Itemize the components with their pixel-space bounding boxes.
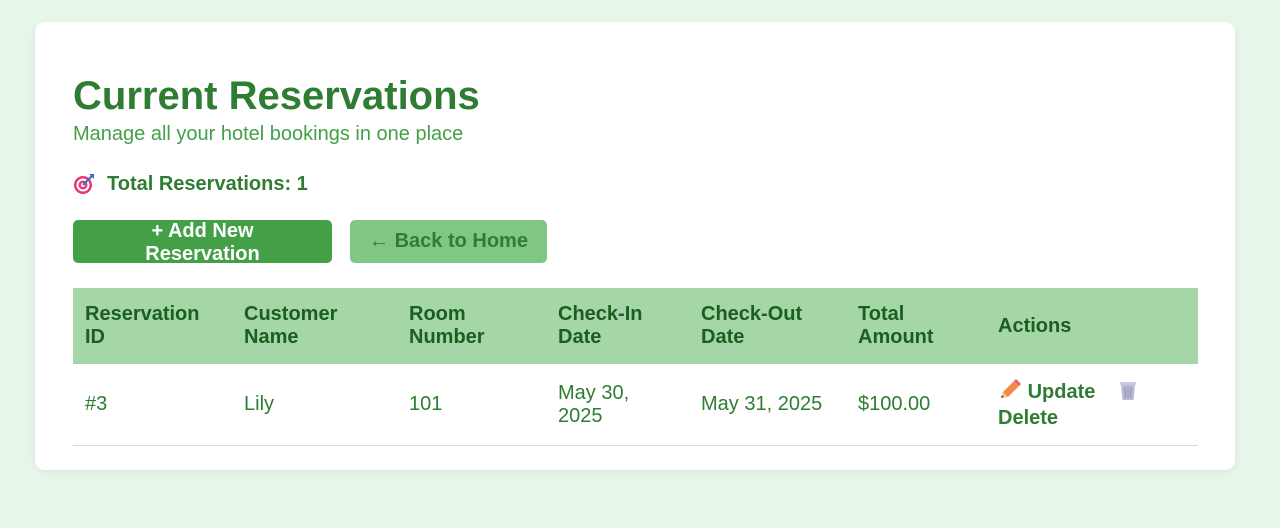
action-buttons: + Add New Reservation ← Back to Home [73,220,1197,265]
update-label: Update [1027,381,1096,403]
reservations-table: Reservation ID Customer Name Room Number… [73,288,1198,446]
add-reservation-button[interactable]: + Add New Reservation [73,220,332,265]
update-link[interactable]: Update [998,379,1101,403]
cell-check-out: May 31, 2025 [689,364,846,446]
cell-actions: Update Delete [986,364,1198,446]
reservations-card: Current Reservations Manage all your hot… [35,22,1235,470]
page-subtitle: Manage all your hotel bookings in one pl… [73,123,464,145]
total-reservations-label: Total Reservations: 1 [107,172,308,195]
column-header-total-amount: Total Amount [858,303,934,348]
back-home-button[interactable]: ← Back to Home [350,220,547,263]
target-icon [73,173,95,195]
total-reservations: Total Reservations: 1 [73,171,1197,197]
cell-customer-name: Lily [232,364,397,446]
column-header-check-in: Check-In Date [558,303,643,348]
trash-icon[interactable] [1117,379,1139,407]
table-header-row: Reservation ID Customer Name Room Number… [73,288,1198,364]
page-title: Current Reservations [73,74,480,118]
pencil-icon [998,379,1022,407]
column-header-reservation-id: Reservation ID [85,303,200,348]
table-row: #3 Lily 101 May 30, 2025 May 31, 2025 $1… [73,364,1198,446]
cell-check-in: May 30, 2025 [546,364,689,446]
cell-total-amount: $100.00 [846,364,986,446]
cell-room-number: 101 [397,364,546,446]
column-header-room-number: Room Number [409,303,485,348]
column-header-check-out: Check-Out Date [701,303,803,348]
delete-link[interactable]: Delete [998,407,1058,429]
column-header-actions: Actions [998,314,1072,337]
cell-reservation-id: #3 [73,364,232,446]
column-header-customer-name: Customer Name [244,303,338,348]
